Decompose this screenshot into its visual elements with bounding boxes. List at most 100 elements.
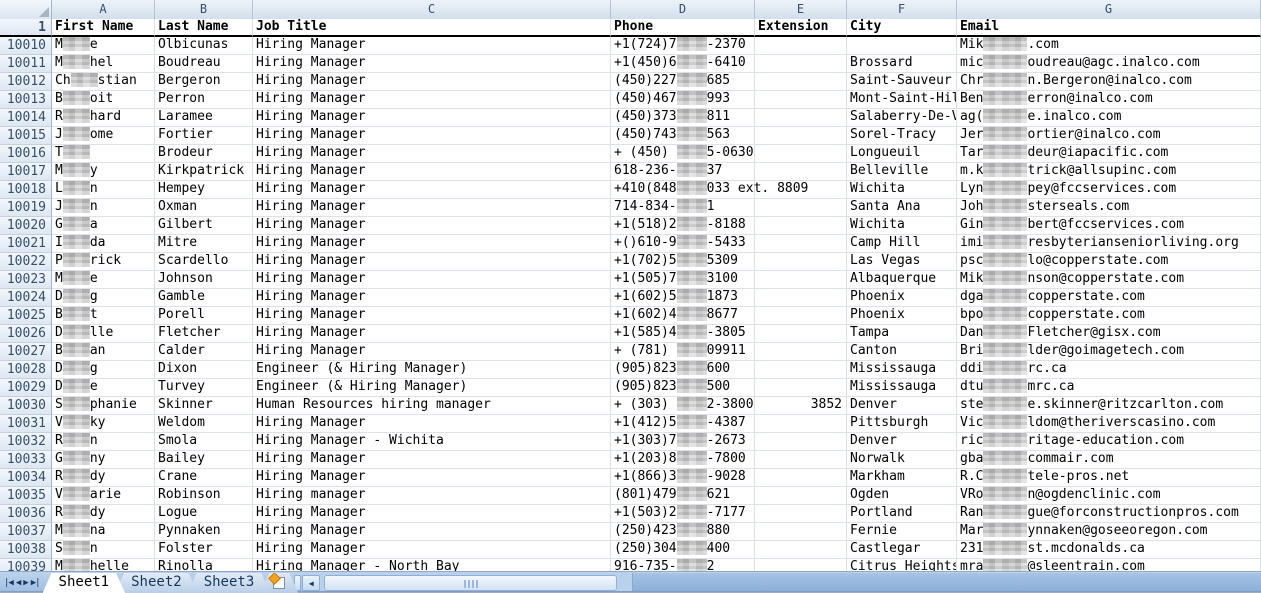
cell-title[interactable]: Hiring Manager: [253, 325, 611, 343]
cell-title[interactable]: Hiring Manager: [253, 37, 611, 55]
column-header-e[interactable]: E: [755, 0, 847, 19]
cell-last[interactable]: Crane: [155, 469, 253, 487]
cell-phone[interactable]: (250)423880: [611, 523, 755, 541]
cell-last[interactable]: Fletcher: [155, 325, 253, 343]
cell-title[interactable]: Hiring Manager: [253, 199, 611, 217]
cell-ext[interactable]: [755, 199, 847, 217]
horizontal-scrollbar-track[interactable]: [320, 575, 632, 591]
cell-last[interactable]: Olbicunas: [155, 37, 253, 55]
cell-phone[interactable]: (905)823500: [611, 379, 755, 397]
cell-phone[interactable]: +1(412)5-4387: [611, 415, 755, 433]
row-header[interactable]: 10032: [0, 433, 52, 451]
cell-first[interactable]: Rn: [52, 433, 155, 451]
cell-title[interactable]: Hiring Manager: [253, 541, 611, 559]
cell-title[interactable]: Hiring Manager: [253, 253, 611, 271]
row-header[interactable]: 10024: [0, 289, 52, 307]
cell-title[interactable]: Hiring Manager: [253, 73, 611, 91]
cell-city[interactable]: Mont-Saint-Hil: [847, 91, 957, 109]
cell-first[interactable]: Sn: [52, 541, 155, 559]
cell-city[interactable]: Las Vegas: [847, 253, 957, 271]
cell-ext[interactable]: [755, 505, 847, 523]
cell-last[interactable]: Logue: [155, 505, 253, 523]
row-header[interactable]: 10014: [0, 109, 52, 127]
cell-email[interactable]: VRon@ogdenclinic.com: [957, 487, 1261, 505]
cell-email[interactable]: Jerortier@inalco.com: [957, 127, 1261, 145]
cell-email[interactable]: R.Ctele-pros.net: [957, 469, 1261, 487]
cell-email[interactable]: ricritage-education.com: [957, 433, 1261, 451]
cell-first[interactable]: Mhel: [52, 55, 155, 73]
tab-sheet1[interactable]: Sheet1: [43, 573, 126, 593]
cell-ext[interactable]: [755, 343, 847, 361]
cell-phone[interactable]: +1(724)7-2370: [611, 37, 755, 55]
cell-email[interactable]: Mik.com: [957, 37, 1261, 55]
cell-ext[interactable]: [755, 289, 847, 307]
row-header[interactable]: 10031: [0, 415, 52, 433]
cell-phone[interactable]: + (781) 09911: [611, 343, 755, 361]
cell-title[interactable]: Hiring Manager: [253, 163, 611, 181]
row-header[interactable]: 10015: [0, 127, 52, 145]
cell-first[interactable]: Gny: [52, 451, 155, 469]
cell-phone[interactable]: +1(602)51873: [611, 289, 755, 307]
column-header-c[interactable]: C: [253, 0, 611, 19]
cell-first[interactable]: Rdy: [52, 469, 155, 487]
cell-ext[interactable]: [755, 307, 847, 325]
cell-city[interactable]: Canton: [847, 343, 957, 361]
cell-last[interactable]: Laramee: [155, 109, 253, 127]
cell-email[interactable]: psclo@copperstate.com: [957, 253, 1261, 271]
cell-city[interactable]: Santa Ana: [847, 199, 957, 217]
cell-email[interactable]: ddirc.ca: [957, 361, 1261, 379]
cell-last[interactable]: Bailey: [155, 451, 253, 469]
next-sheet-button[interactable]: ▶: [23, 574, 27, 592]
cell-title[interactable]: Hiring Manager - Wichita: [253, 433, 611, 451]
cell-first[interactable]: Ida: [52, 235, 155, 253]
cell-phone[interactable]: +()610-9-5433: [611, 235, 755, 253]
cell-ext[interactable]: [755, 541, 847, 559]
cell-title[interactable]: Hiring Manager: [253, 415, 611, 433]
row-header[interactable]: 10022: [0, 253, 52, 271]
cell-ext[interactable]: [755, 325, 847, 343]
column-header-d[interactable]: D: [611, 0, 755, 19]
cell-title[interactable]: Hiring Manager: [253, 343, 611, 361]
cell-city[interactable]: Albaquerque: [847, 271, 957, 289]
cell-email[interactable]: m.ktrick@allsupinc.com: [957, 163, 1261, 181]
cell-title[interactable]: Hiring Manager: [253, 271, 611, 289]
column-header-a[interactable]: A: [52, 0, 155, 19]
cell-ext[interactable]: [755, 559, 847, 571]
cell-ext[interactable]: [755, 235, 847, 253]
cell-ext[interactable]: [755, 523, 847, 541]
cell-last[interactable]: Bergeron: [155, 73, 253, 91]
cell-phone[interactable]: +1(585)4-3805: [611, 325, 755, 343]
cell-city[interactable]: City: [847, 19, 957, 37]
cell-city[interactable]: Markham: [847, 469, 957, 487]
cell-phone[interactable]: 618-236-37: [611, 163, 755, 181]
cell-last[interactable]: Pynnaken: [155, 523, 253, 541]
cell-first[interactable]: Dg: [52, 361, 155, 379]
cell-ext[interactable]: [755, 163, 847, 181]
row-header[interactable]: 10029: [0, 379, 52, 397]
row-header[interactable]: 10010: [0, 37, 52, 55]
cell-ext[interactable]: [755, 55, 847, 73]
cell-title[interactable]: Hiring Manager: [253, 469, 611, 487]
cell-phone[interactable]: (250)304400: [611, 541, 755, 559]
cell-city[interactable]: Saint-Sauveur: [847, 73, 957, 91]
cell-email[interactable]: Rangue@forconstructionpros.com: [957, 505, 1261, 523]
cell-phone[interactable]: + (450) 5-0630: [611, 145, 755, 163]
cell-last[interactable]: Skinner: [155, 397, 253, 415]
row-header[interactable]: 10033: [0, 451, 52, 469]
cell-first[interactable]: Vky: [52, 415, 155, 433]
row-header[interactable]: 10012: [0, 73, 52, 91]
cell-city[interactable]: Castlegar: [847, 541, 957, 559]
select-all-corner[interactable]: [0, 0, 52, 19]
cell-email[interactable]: Marynnaken@goseeoregon.com: [957, 523, 1261, 541]
cell-last[interactable]: Robinson: [155, 487, 253, 505]
cell-ext[interactable]: [755, 253, 847, 271]
cell-email[interactable]: Tardeur@iapacific.com: [957, 145, 1261, 163]
cell-first[interactable]: Ln: [52, 181, 155, 199]
cell-last[interactable]: Kirkpatrick: [155, 163, 253, 181]
cell-last[interactable]: Mitre: [155, 235, 253, 253]
cell-phone[interactable]: +1(303)7-2673: [611, 433, 755, 451]
row-header[interactable]: 10030: [0, 397, 52, 415]
cell-title[interactable]: Human Resources hiring manager: [253, 397, 611, 415]
cell-last[interactable]: Oxman: [155, 199, 253, 217]
cell-title[interactable]: Hiring Manager: [253, 127, 611, 145]
